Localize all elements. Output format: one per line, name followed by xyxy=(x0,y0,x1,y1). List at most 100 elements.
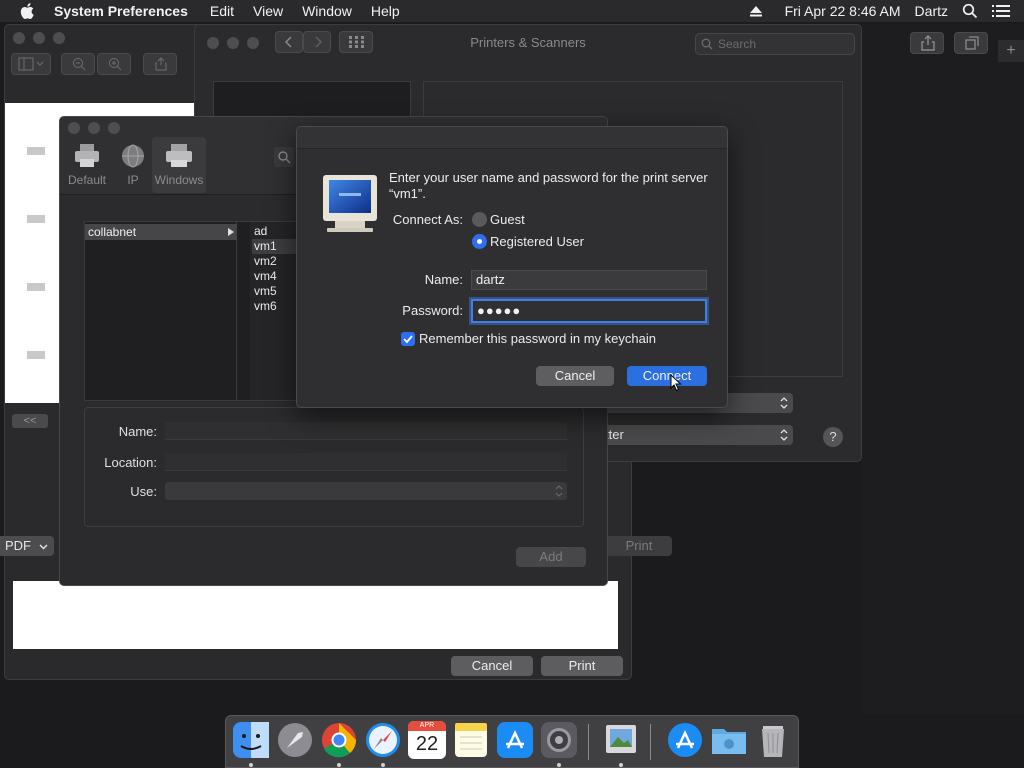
page-thumbnail[interactable] xyxy=(27,283,45,291)
new-tab-button[interactable]: + xyxy=(998,40,1024,62)
close-window-button[interactable] xyxy=(13,32,25,44)
downloads-folder-icon[interactable] xyxy=(710,721,748,759)
menu-bar: System Preferences Edit View Window Help… xyxy=(0,0,1024,22)
printer-name-field[interactable] xyxy=(165,422,567,440)
updown-arrow-icon xyxy=(780,397,788,409)
preview-icon[interactable] xyxy=(602,721,640,759)
guest-radio[interactable] xyxy=(472,212,487,227)
menu-help[interactable]: Help xyxy=(371,3,400,19)
search-input[interactable]: Search xyxy=(695,33,855,55)
print-disabled-button[interactable]: Print xyxy=(606,536,672,556)
globe-icon xyxy=(122,144,144,168)
eject-icon[interactable] xyxy=(749,4,763,18)
workgroup-item[interactable]: collabnet xyxy=(85,224,237,240)
menu-clock[interactable]: Fri Apr 22 8:46 AM xyxy=(785,3,901,19)
page-preview xyxy=(13,581,618,649)
use-label: Use: xyxy=(130,484,157,499)
zoom-out-icon xyxy=(73,58,86,71)
menu-user[interactable]: Dartz xyxy=(915,3,948,19)
menu-window[interactable]: Window xyxy=(302,3,352,19)
running-indicator xyxy=(337,763,341,767)
spotlight-search-icon[interactable] xyxy=(962,3,978,19)
connect-button[interactable]: Connect xyxy=(627,366,707,386)
zoom-window-button[interactable] xyxy=(53,32,65,44)
system-preferences-icon[interactable] xyxy=(540,721,578,759)
safari-icon[interactable] xyxy=(364,721,402,759)
printer-icon xyxy=(75,144,99,167)
server-item[interactable]: vm2 xyxy=(252,254,296,269)
username-field[interactable]: dartz xyxy=(471,270,707,290)
name-label: Name: xyxy=(118,424,157,439)
print-server-login-dialog: Enter your user name and password for th… xyxy=(296,126,728,408)
launchpad-icon[interactable] xyxy=(276,721,314,759)
name-label: Name: xyxy=(424,272,463,287)
updown-arrow-icon xyxy=(780,429,788,441)
chrome-icon[interactable] xyxy=(320,721,358,759)
workgroup-column: collabnet xyxy=(85,222,237,400)
calendar-icon[interactable]: APR 22 xyxy=(408,721,446,759)
workgroup-label: collabnet xyxy=(88,225,137,239)
share-doc-button[interactable] xyxy=(143,53,177,75)
page-thumbnail[interactable] xyxy=(27,147,45,155)
running-indicator xyxy=(249,763,253,767)
running-indicator xyxy=(619,763,623,767)
password-field[interactable]: ●●●●● xyxy=(471,299,707,323)
collapse-sidebar-button[interactable]: << xyxy=(12,414,48,428)
server-item[interactable]: vm1 xyxy=(252,239,296,254)
cancel-button[interactable]: Cancel xyxy=(536,366,614,386)
menu-extras: Fri Apr 22 8:46 AM Dartz xyxy=(735,3,1024,19)
notes-icon[interactable] xyxy=(452,721,490,759)
minimize-window-button[interactable] xyxy=(88,122,100,134)
zoom-in-icon xyxy=(109,58,122,71)
zoom-in-button[interactable] xyxy=(97,53,131,75)
server-item[interactable]: vm5 xyxy=(252,284,296,299)
apple-icon[interactable] xyxy=(18,1,38,21)
tab-default-label: Default xyxy=(67,173,107,187)
registered-user-radio[interactable] xyxy=(472,234,487,249)
print-confirm-button[interactable]: Print xyxy=(541,656,623,676)
zoom-window-button[interactable] xyxy=(108,122,120,134)
guest-radio-label[interactable]: Guest xyxy=(490,212,525,227)
printer-use-select[interactable] xyxy=(165,482,567,500)
finder-icon[interactable] xyxy=(232,721,270,759)
running-indicator xyxy=(557,763,561,767)
applications-folder-icon[interactable] xyxy=(666,721,704,759)
printer-location-field[interactable] xyxy=(165,453,567,471)
default-paper-select[interactable]: tter xyxy=(599,425,793,445)
remember-password-checkbox[interactable] xyxy=(401,332,415,346)
search-printer-icon[interactable] xyxy=(274,147,294,167)
sidebar-toggle-button[interactable] xyxy=(11,53,51,75)
dock-separator xyxy=(588,724,589,760)
sidebar-icon xyxy=(18,57,44,71)
menu-edit[interactable]: Edit xyxy=(210,3,234,19)
help-button[interactable]: ? xyxy=(823,427,843,447)
menu-app-name[interactable]: System Preferences xyxy=(54,3,188,19)
page-thumbnail[interactable] xyxy=(27,215,45,223)
zoom-out-button[interactable] xyxy=(61,53,95,75)
pdf-label: PDF xyxy=(5,538,31,553)
add-printer-button[interactable]: Add xyxy=(516,547,586,567)
pdf-menu-button[interactable]: PDF xyxy=(0,536,54,556)
app-store-icon[interactable] xyxy=(496,721,534,759)
menu-view[interactable]: View xyxy=(253,3,283,19)
print-cancel-button[interactable]: Cancel xyxy=(451,656,533,676)
registered-user-radio-label[interactable]: Registered User xyxy=(490,234,584,249)
server-item[interactable]: ad xyxy=(252,224,296,239)
share-button[interactable] xyxy=(910,32,944,54)
calendar-month: APR xyxy=(408,721,446,731)
location-label: Location: xyxy=(104,455,157,470)
notification-center-icon[interactable] xyxy=(992,4,1010,18)
password-label: Password: xyxy=(402,303,463,318)
background-app-window: + xyxy=(862,24,1024,714)
dock-separator xyxy=(650,724,651,760)
server-item[interactable]: vm6 xyxy=(252,299,296,314)
tab-windows[interactable]: Windows xyxy=(152,137,206,193)
minimize-window-button[interactable] xyxy=(33,32,45,44)
close-window-button[interactable] xyxy=(68,122,80,134)
remember-password-label[interactable]: Remember this password in my keychain xyxy=(419,331,656,346)
server-item[interactable]: vm4 xyxy=(252,269,296,284)
page-thumbnail[interactable] xyxy=(27,351,45,359)
trash-icon[interactable] xyxy=(754,721,792,759)
mouse-cursor-icon xyxy=(670,374,682,392)
duplicate-button[interactable] xyxy=(954,32,988,54)
